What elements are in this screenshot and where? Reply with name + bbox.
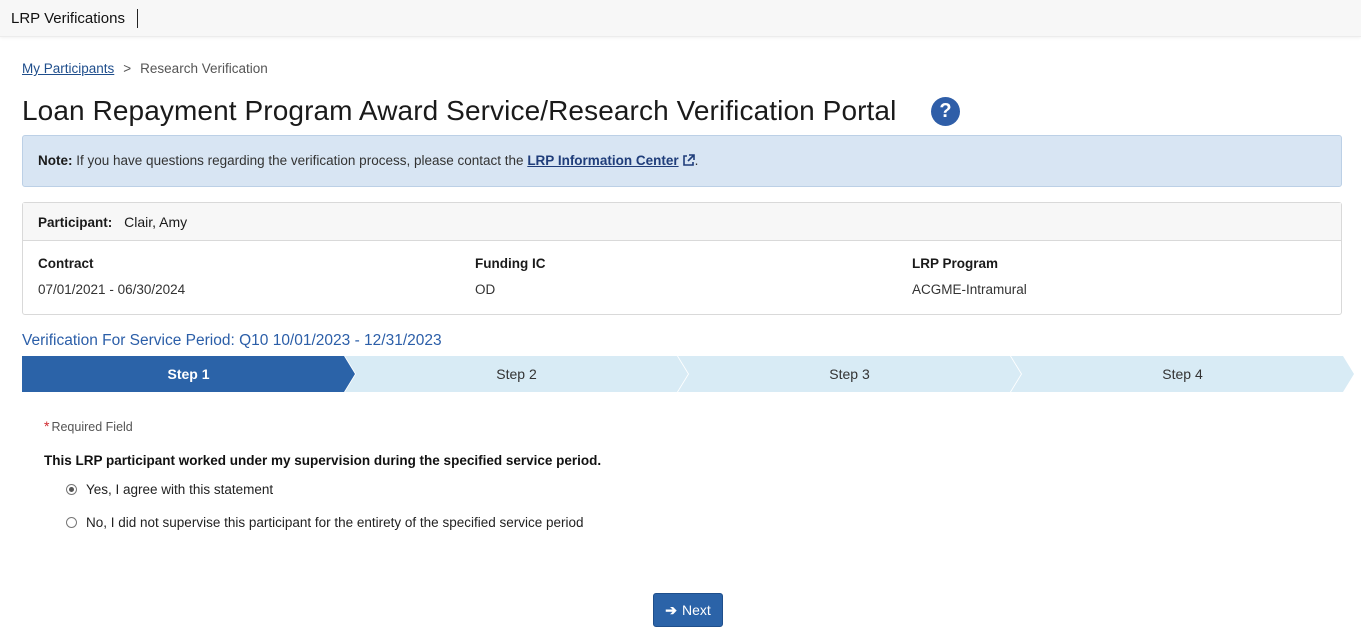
note-label: Note: [38, 153, 73, 168]
radio-yes[interactable] [66, 484, 77, 495]
top-bar: LRP Verifications [0, 0, 1361, 37]
step-2[interactable]: Step 2 [345, 356, 688, 392]
participant-name: Clair, Amy [124, 214, 188, 230]
next-button[interactable]: ➔ Next [653, 593, 723, 627]
step-3-label: Step 3 [829, 366, 870, 382]
question-circle-icon[interactable]: ? [931, 97, 960, 126]
lrp-program-value: ACGME-Intramural [912, 282, 1027, 297]
step-1-label: Step 1 [167, 366, 210, 382]
lrp-information-center-link-label: LRP Information Center [527, 153, 679, 168]
funding-column: Funding IC OD [475, 256, 545, 297]
funding-ic-value: OD [475, 282, 496, 297]
program-column: LRP Program ACGME-Intramural [912, 256, 1027, 297]
step-3[interactable]: Step 3 [678, 356, 1021, 392]
supervision-question: This LRP participant worked under my sup… [44, 453, 602, 468]
app-title: LRP Verifications [11, 10, 125, 27]
lrp-program-label: LRP Program [912, 256, 999, 271]
page-title: Loan Repayment Program Award Service/Res… [22, 95, 897, 126]
breadcrumb: My Participants > Research Verification [22, 61, 268, 76]
step-1[interactable]: Step 1 [22, 356, 355, 392]
breadcrumb-current: Research Verification [140, 61, 268, 76]
step-4[interactable]: Step 4 [1011, 356, 1354, 392]
arrow-right-icon: ➔ [665, 601, 677, 618]
radio-option-yes[interactable]: Yes, I agree with this statement [66, 482, 273, 497]
info-note: Note: If you have questions regarding th… [22, 135, 1342, 187]
radio-no[interactable] [66, 517, 77, 528]
step-2-label: Step 2 [496, 366, 537, 382]
step-progress-bar: Step 1 Step 2 Step 3 Step 4 [22, 356, 1354, 392]
lrp-information-center-link[interactable]: LRP Information Center [527, 153, 695, 170]
step-4-label: Step 4 [1162, 366, 1203, 382]
participant-label: Participant: [38, 215, 113, 230]
text-cursor [137, 9, 138, 28]
contract-column: Contract 07/01/2021 - 06/30/2024 [38, 256, 185, 297]
radio-no-label: No, I did not supervise this participant… [86, 515, 584, 530]
participant-card: Participant: Clair, Amy Contract 07/01/2… [22, 202, 1342, 315]
funding-ic-label: Funding IC [475, 256, 546, 271]
radio-yes-label: Yes, I agree with this statement [86, 482, 274, 497]
next-button-label: Next [681, 602, 711, 618]
required-field-text: Required Field [51, 420, 133, 434]
service-period-title: Verification For Service Period: Q10 10/… [22, 332, 442, 349]
external-link-icon [682, 154, 695, 170]
contract-value: 07/01/2021 - 06/30/2024 [38, 282, 186, 297]
required-field-note: * Required Field [44, 418, 133, 434]
note-text: If you have questions regarding the veri… [76, 153, 524, 168]
note-end: . [694, 153, 699, 168]
contract-label: Contract [38, 256, 94, 271]
required-marker: * [44, 418, 50, 434]
radio-option-no[interactable]: No, I did not supervise this participant… [66, 515, 584, 530]
breadcrumb-my-participants-link[interactable]: My Participants [22, 61, 114, 76]
participant-header: Participant: Clair, Amy [23, 203, 1341, 241]
breadcrumb-separator: > [123, 61, 132, 76]
